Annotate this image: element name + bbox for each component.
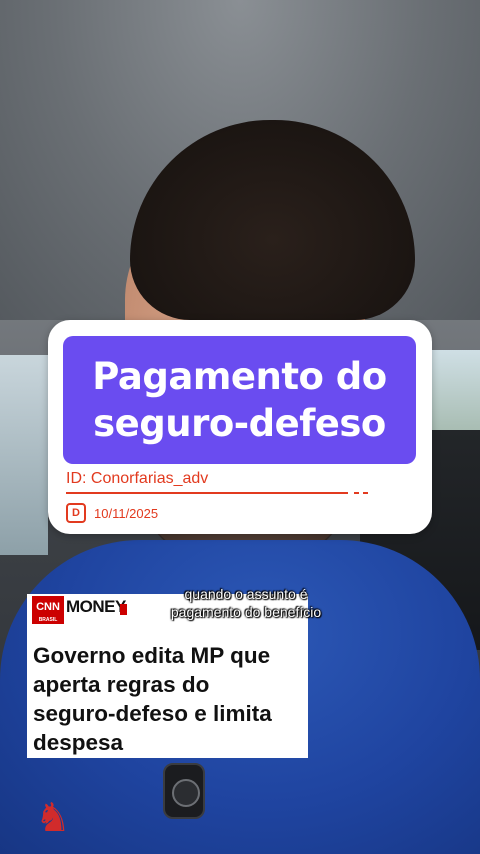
cnn-logo-sub: BRASIL — [38, 617, 58, 623]
overlay-title-card: Pagamento do seguro-defeso ID: Conorfari… — [48, 320, 432, 534]
date-row: D 10/11/2025 — [66, 503, 158, 523]
d-calendar-icon: D — [66, 503, 86, 523]
divider-line — [66, 492, 348, 494]
news-headline: Governo edita MP que aperta regras do se… — [33, 643, 272, 755]
money-bar-icon — [120, 604, 127, 615]
cnn-logo-text: CNN — [36, 601, 60, 613]
polo-horse-logo: ♞ — [35, 795, 71, 841]
caption-line-1: quando o assunto é — [184, 586, 308, 602]
microphone-icon — [163, 763, 205, 819]
caption-line-2: pagamento do benefício — [170, 604, 322, 620]
author-id: ID: Conorfarias_adv — [66, 470, 209, 487]
overlay-title: Pagamento do seguro-defeso — [92, 355, 387, 445]
money-section-label: MONEY — [66, 597, 126, 616]
car-window-left — [0, 355, 48, 555]
title-box: Pagamento do seguro-defeso — [63, 336, 416, 464]
divider-dash — [354, 492, 370, 494]
cnn-logo: CNN BRASIL — [32, 596, 64, 624]
subtitle-caption: quando o assunto é pagamento do benefíci… — [135, 585, 357, 621]
post-date: 10/11/2025 — [94, 505, 159, 521]
microphone-grille — [172, 779, 200, 807]
